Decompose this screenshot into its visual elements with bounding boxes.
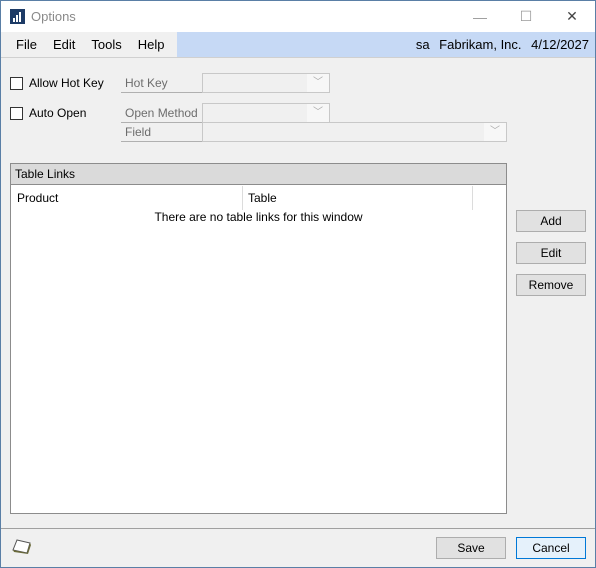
menu-tools[interactable]: Tools	[83, 32, 129, 57]
chevron-down-icon: ﹀	[307, 74, 329, 92]
menu-bar: File Edit Tools Help sa Fabrikam, Inc. 4…	[1, 32, 595, 57]
footer-separator	[1, 528, 595, 529]
window-title: Options	[31, 9, 76, 24]
menu-separator	[1, 57, 595, 58]
open-method-dropdown[interactable]: ﹀	[202, 103, 330, 123]
maximize-button[interactable]: ☐	[503, 1, 549, 32]
menu-help[interactable]: Help	[130, 32, 173, 57]
allow-hot-key-checkbox[interactable]	[10, 77, 23, 90]
title-bar: Options — ☐ ✕	[1, 1, 595, 32]
allow-hot-key-label: Allow Hot Key	[29, 76, 104, 90]
table-links-panel: Table Links Product Table There are no t…	[10, 163, 507, 514]
column-header-product[interactable]: Product	[11, 186, 242, 210]
auto-open-checkbox[interactable]	[10, 107, 23, 120]
add-button[interactable]: Add	[516, 210, 586, 232]
session-info: sa Fabrikam, Inc. 4/12/2027	[410, 32, 589, 57]
chevron-down-icon: ﹀	[307, 104, 329, 122]
chevron-down-icon: ﹀	[484, 123, 506, 141]
open-method-label: Open Method	[121, 103, 203, 123]
save-button[interactable]: Save	[436, 537, 506, 559]
company-name: Fabrikam, Inc.	[439, 37, 522, 52]
options-window: Options — ☐ ✕ File Edit Tools Help sa Fa…	[0, 0, 596, 568]
menu-file[interactable]: File	[1, 32, 45, 57]
app-chart-icon	[10, 9, 25, 24]
user-date: 4/12/2027	[531, 37, 589, 52]
auto-open-label: Auto Open	[29, 106, 87, 120]
edit-button[interactable]: Edit	[516, 242, 586, 264]
menu-edit[interactable]: Edit	[45, 32, 83, 57]
hot-key-label: Hot Key	[121, 73, 203, 93]
cancel-button[interactable]: Cancel	[516, 537, 586, 559]
user-id: sa	[415, 37, 430, 52]
remove-button[interactable]: Remove	[516, 274, 586, 296]
field-dropdown[interactable]: ﹀	[202, 122, 507, 142]
empty-list-message: There are no table links for this window	[154, 210, 363, 224]
hot-key-dropdown[interactable]: ﹀	[202, 73, 330, 93]
table-links-title: Table Links	[11, 164, 506, 185]
note-icon[interactable]	[12, 539, 32, 556]
field-label: Field	[121, 122, 203, 142]
minimize-button[interactable]: —	[457, 1, 503, 32]
close-button[interactable]: ✕	[549, 1, 595, 32]
column-divider[interactable]	[472, 186, 473, 210]
column-header-table[interactable]: Table	[242, 186, 472, 210]
